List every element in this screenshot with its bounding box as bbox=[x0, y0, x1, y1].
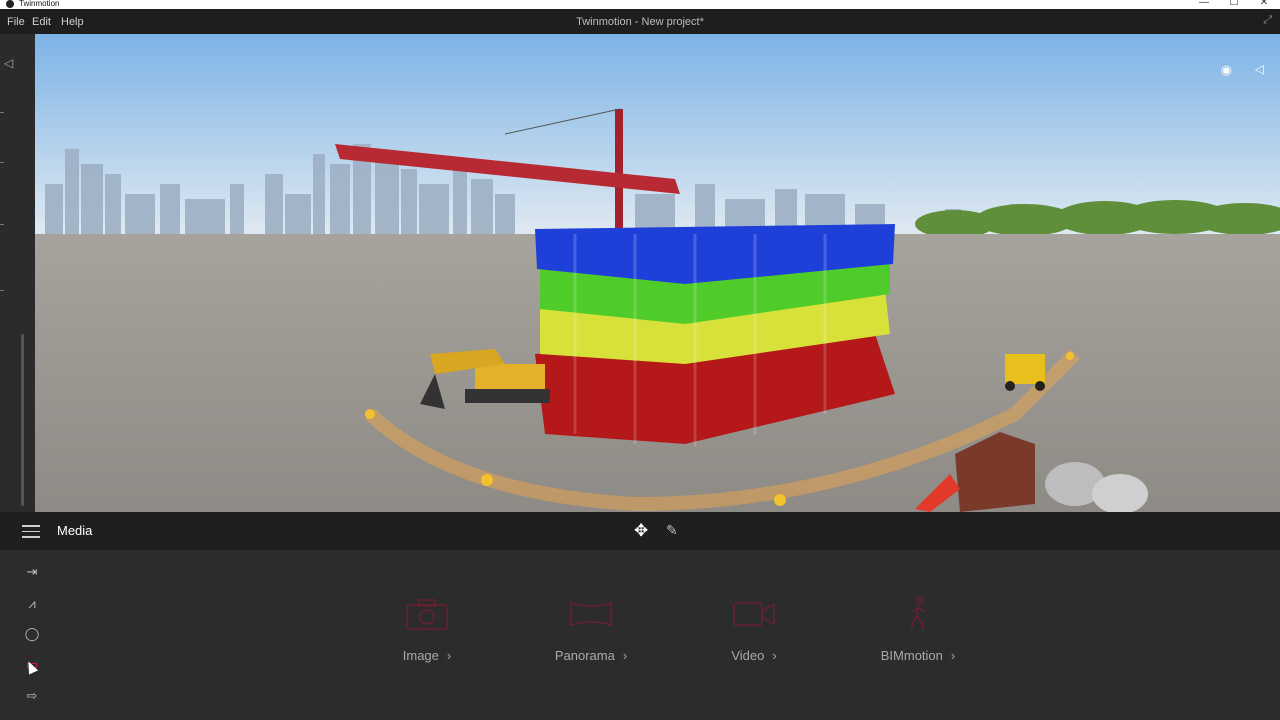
minimize-button[interactable]: — bbox=[1197, 0, 1211, 9]
media-item-video[interactable]: Video › bbox=[694, 594, 814, 663]
menubar: File Edit Help Twinmotion - New project*… bbox=[0, 9, 1280, 34]
collapse-right-icon[interactable]: ◁ bbox=[1255, 62, 1264, 76]
chevron-right-icon: › bbox=[622, 648, 628, 663]
media-item-bimmotion[interactable]: BIMmotion › bbox=[858, 594, 978, 663]
rail-tick bbox=[0, 224, 4, 225]
panorama-icon bbox=[531, 594, 651, 634]
rail-tick bbox=[0, 162, 4, 163]
path-point bbox=[481, 474, 493, 486]
media-item-image[interactable]: Image › bbox=[367, 594, 487, 663]
chevron-right-icon: › bbox=[772, 648, 777, 663]
eye-icon[interactable]: ◉ bbox=[1221, 62, 1232, 78]
panel-header: Media ✥ ✎ bbox=[0, 512, 1280, 550]
rail-tick bbox=[0, 112, 4, 113]
path-point bbox=[365, 409, 375, 419]
context-icon[interactable]: ⩘ bbox=[18, 594, 46, 614]
media-item-label: Panorama bbox=[554, 648, 615, 663]
close-button[interactable]: ✕ bbox=[1257, 0, 1271, 9]
media-item-label: BIMmotion bbox=[880, 648, 943, 663]
media-item-label: Image bbox=[402, 648, 439, 663]
path-point bbox=[1066, 352, 1074, 360]
3d-viewport[interactable]: ◉ ◁ bbox=[35, 34, 1280, 512]
hamburger-menu-icon[interactable] bbox=[22, 525, 40, 542]
pen-tool-icon[interactable]: ✎ bbox=[666, 522, 678, 539]
section-title: Media bbox=[57, 523, 93, 538]
move-tool-icon[interactable]: ✥ bbox=[634, 521, 648, 541]
media-item-label: Video bbox=[731, 648, 765, 663]
camera-icon bbox=[367, 594, 487, 634]
os-titlebar: Twinmotion — ☐ ✕ bbox=[0, 0, 1280, 9]
media-item-panorama[interactable]: Panorama › bbox=[531, 594, 651, 663]
rail-tick bbox=[0, 290, 4, 291]
fullscreen-icon[interactable]: ⤢ bbox=[1263, 14, 1272, 27]
video-icon bbox=[694, 594, 814, 634]
chevron-right-icon: › bbox=[446, 648, 452, 663]
walker-icon bbox=[858, 594, 978, 634]
app-logo-icon bbox=[6, 0, 14, 8]
chevron-right-icon: › bbox=[950, 648, 956, 663]
left-rail: ◁ bbox=[0, 34, 35, 512]
import-icon[interactable]: ⇥ bbox=[18, 562, 46, 582]
maximize-button[interactable]: ☐ bbox=[1227, 0, 1241, 9]
path-point bbox=[774, 494, 786, 506]
collapse-left-icon[interactable]: ◁ bbox=[4, 56, 13, 70]
export-icon[interactable]: ⇨ bbox=[18, 686, 46, 706]
configure-icon[interactable]: ◯ bbox=[18, 624, 46, 644]
window-title: Twinmotion - New project* bbox=[576, 16, 704, 28]
media-panel: ⇥ ⩘ ◯ ▭ ⇨ Image › Panorama › Video › BIMmot… bbox=[0, 550, 1280, 720]
scene-render bbox=[35, 34, 1280, 512]
rail-scrollbar[interactable] bbox=[21, 334, 24, 506]
